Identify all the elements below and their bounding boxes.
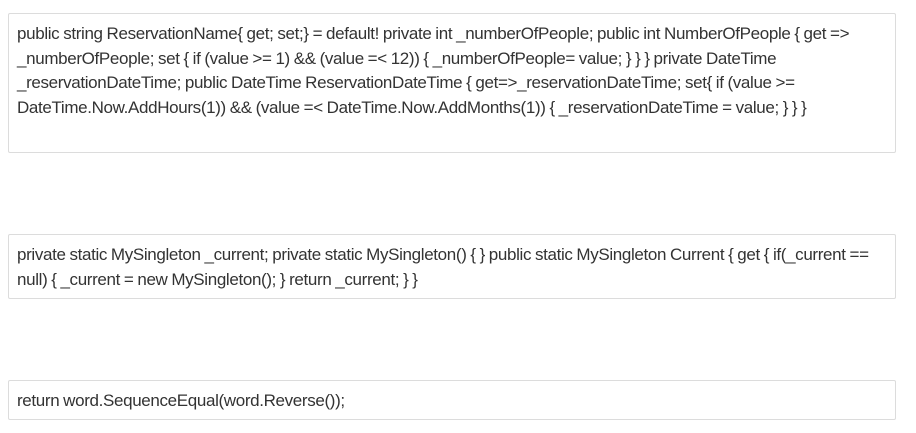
code-snippet-text: private static MySingleton _current; pri… [17, 245, 869, 289]
code-snippet-text: public string ReservationName{ get; set;… [17, 24, 850, 117]
code-snippet-reservation: public string ReservationName{ get; set;… [8, 13, 896, 153]
code-snippet-singleton: private static MySingleton _current; pri… [8, 234, 896, 299]
code-snippet-palindrome: return word.SequenceEqual(word.Reverse()… [8, 380, 896, 420]
code-snippet-text: return word.SequenceEqual(word.Reverse()… [17, 391, 345, 410]
